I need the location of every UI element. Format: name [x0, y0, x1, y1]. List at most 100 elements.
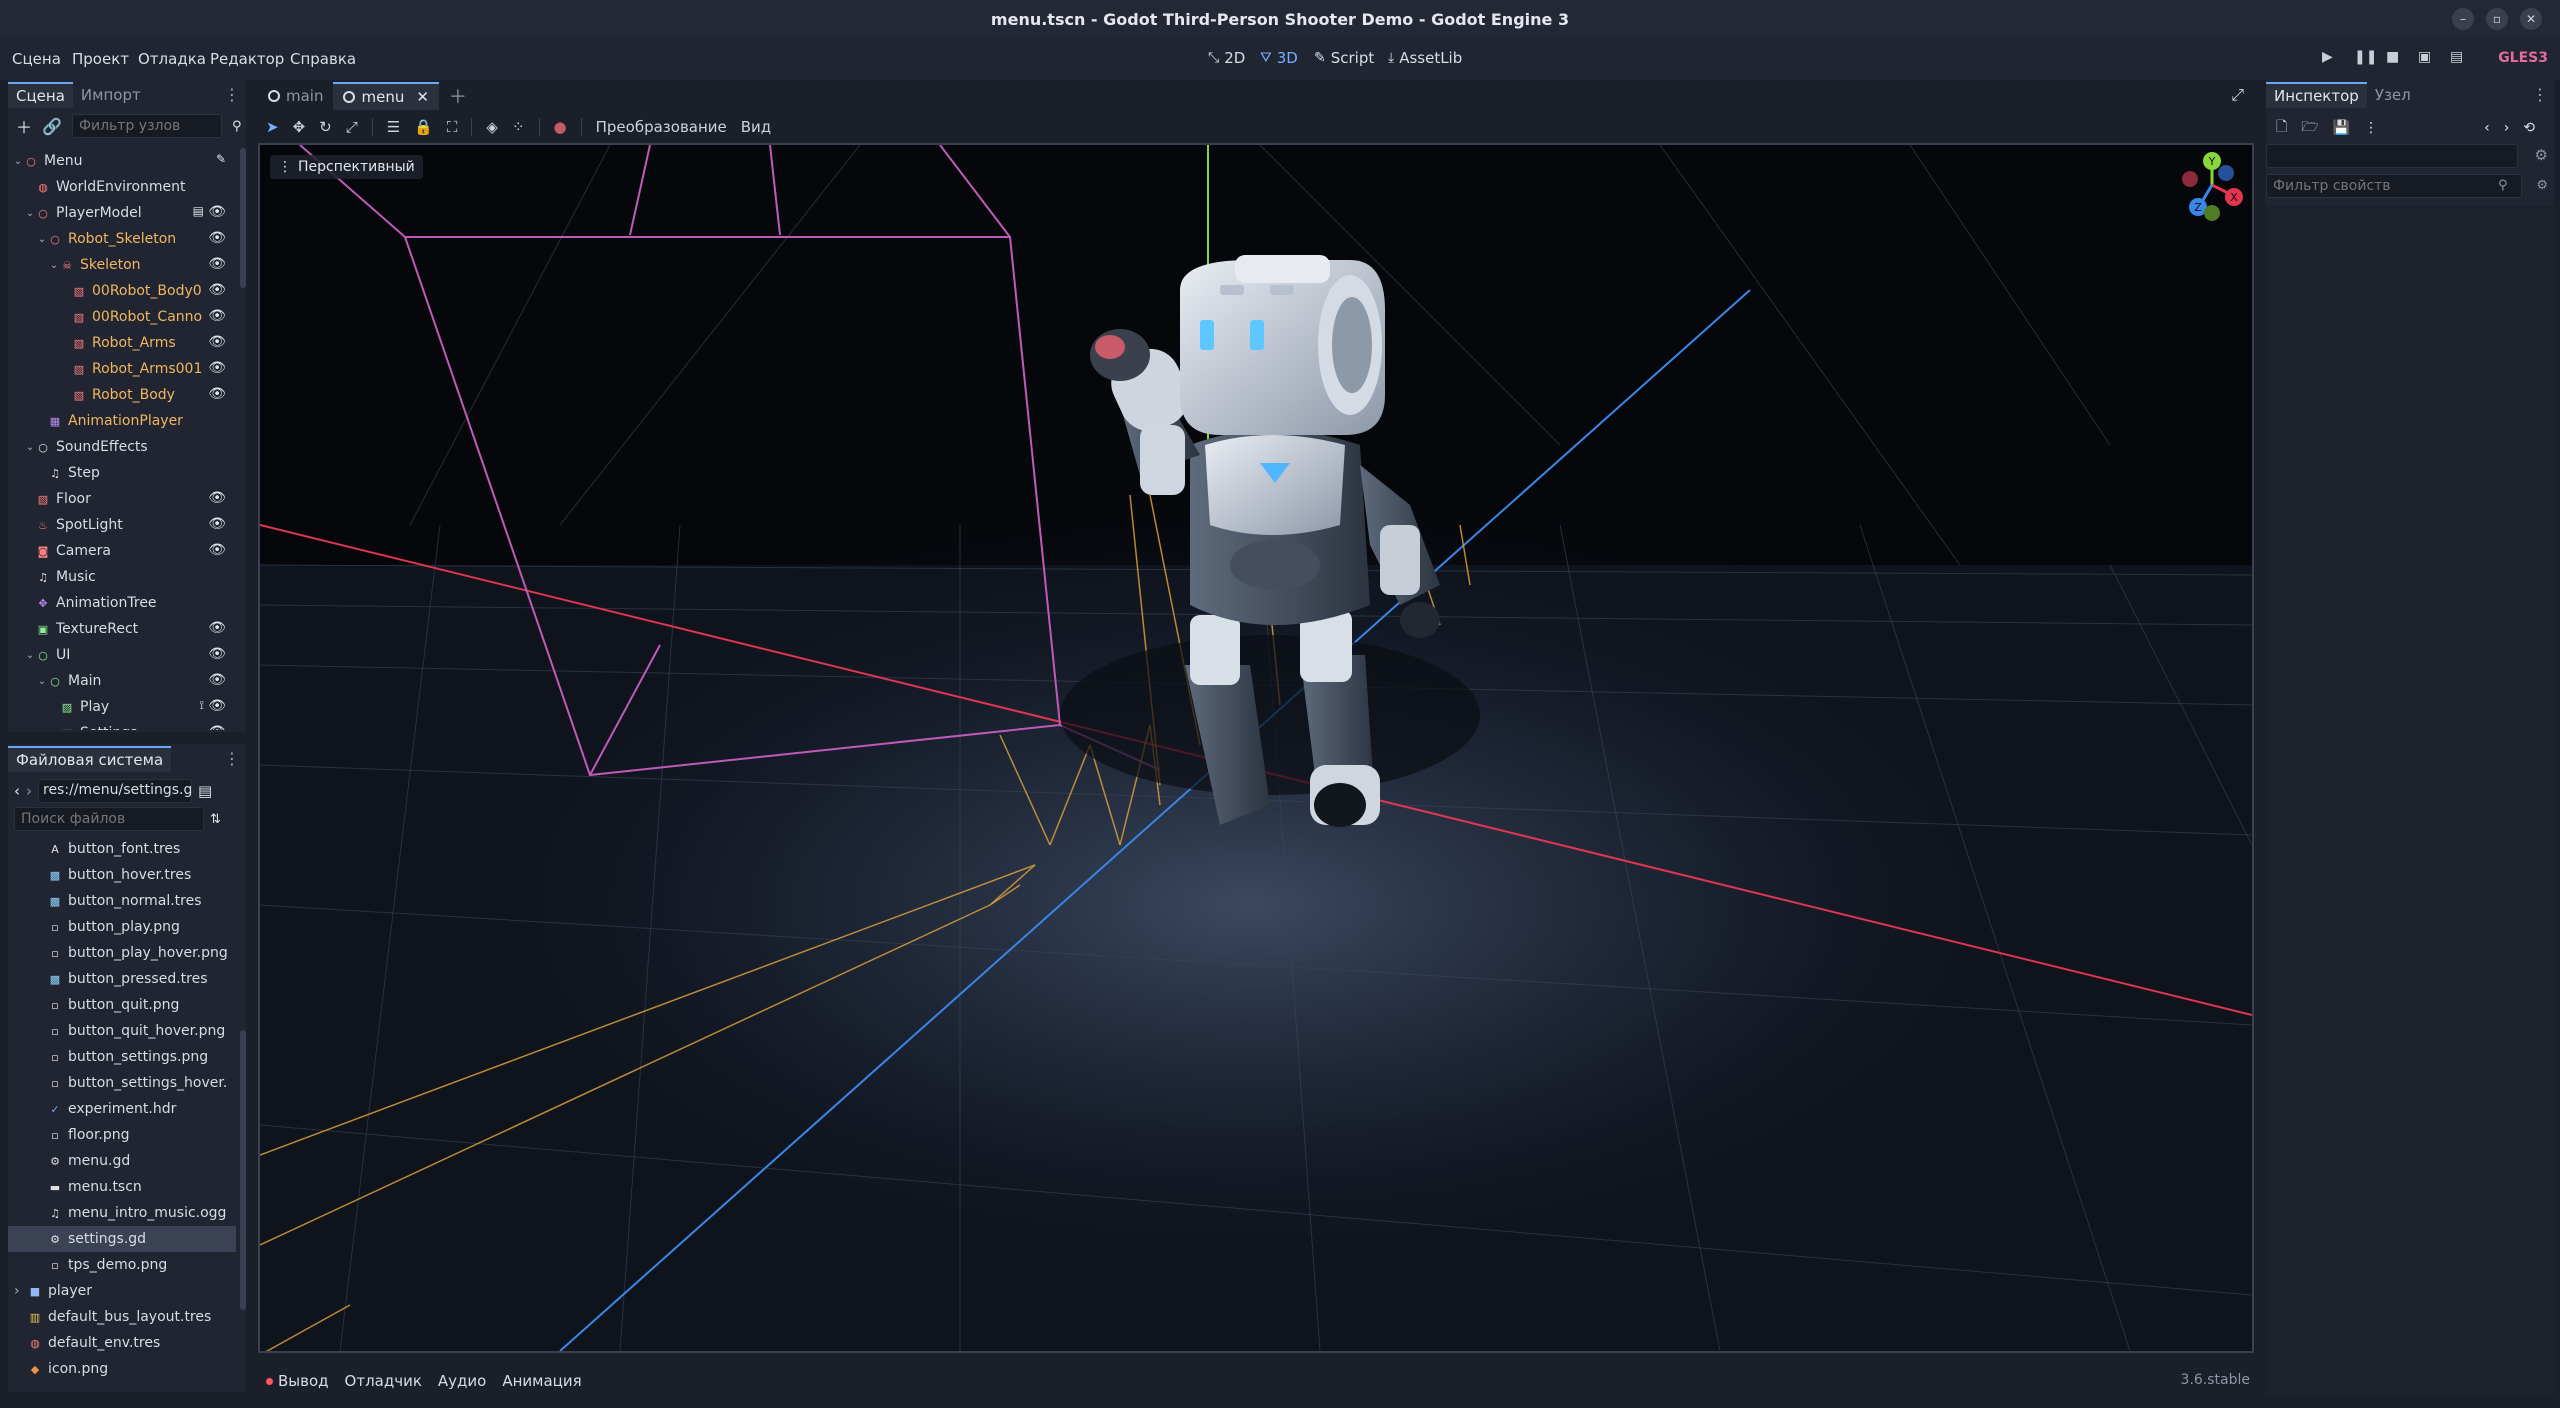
resource-menu-icon[interactable]: ⋮ [2364, 120, 2378, 136]
add-node-icon[interactable]: ＋ [16, 114, 32, 138]
tab-scene[interactable]: Сцена [8, 82, 73, 108]
file-item[interactable]: ▫ button_play_hover.png [8, 940, 236, 966]
expand-arrow-icon[interactable]: ⌄ [36, 676, 48, 687]
scene-node[interactable]: ▧ Floor 👁 [8, 486, 234, 512]
renderer-selector[interactable]: GLES3 [2498, 50, 2548, 66]
visibility-eye-icon[interactable]: 👁 [208, 282, 226, 298]
scene-node[interactable]: ▨ Settings 👁 [8, 720, 234, 730]
menu-scene[interactable]: Сцена [12, 50, 61, 68]
play-custom-scene-icon[interactable]: ▤ [2450, 49, 2463, 65]
new-scene-tab-button[interactable]: ＋ [439, 82, 477, 110]
minimize-button[interactable]: – [2452, 8, 2474, 30]
close-tab-icon[interactable]: ✕ [416, 88, 429, 106]
visibility-eye-icon[interactable]: 👁 [208, 230, 226, 246]
menu-help[interactable]: Справка [290, 50, 356, 68]
scene-node[interactable]: ▨ Play 👁 ⟟ [8, 694, 234, 720]
instance-scene-icon[interactable]: 🔗 [42, 117, 62, 136]
file-item[interactable]: ▫ floor.png [8, 1122, 236, 1148]
transform-menu[interactable]: Преобразование [596, 118, 727, 136]
play-scene-icon[interactable]: ▣ [2418, 49, 2431, 65]
visibility-eye-icon[interactable]: 👁 [208, 360, 226, 376]
visibility-eye-icon[interactable]: 👁 [208, 308, 226, 324]
file-item[interactable]: ✓ experiment.hdr [8, 1096, 236, 1122]
scene-node[interactable]: ▧ Robot_Body 👁 [8, 382, 234, 408]
lock-icon[interactable]: 🔒 [414, 118, 433, 136]
visibility-eye-icon[interactable]: 👁 [208, 698, 226, 714]
scene-node[interactable]: ♨ SpotLight 👁 [8, 512, 234, 538]
expand-arrow-icon[interactable]: ⌄ [48, 260, 60, 271]
filesystem-path-field[interactable]: res://menu/settings.g [38, 779, 192, 803]
scene-node[interactable]: ⌄ ☠ Skeleton 👁 [8, 252, 234, 278]
workspace-2d-button[interactable]: ⤡ 2D [1208, 49, 1245, 67]
tab-import[interactable]: Импорт [73, 82, 149, 108]
back-icon[interactable]: ‹ [14, 782, 20, 800]
workspace-assetlib-button[interactable]: ⤓ AssetLib [1388, 49, 1462, 67]
visibility-eye-icon[interactable]: 👁 [208, 646, 226, 662]
close-window-button[interactable]: ✕ [2520, 8, 2542, 30]
play-icon[interactable]: ▶ [2322, 49, 2333, 65]
signal-icon[interactable]: ⟟ [200, 698, 204, 713]
select-mode-icon[interactable]: ➤ [266, 118, 279, 136]
film-icon[interactable]: ▤ [193, 204, 204, 218]
file-item[interactable]: ⚙ menu.gd [8, 1148, 236, 1174]
scene-node[interactable]: ◍ WorldEnvironment [8, 174, 234, 200]
scale-mode-icon[interactable]: ⤢ [346, 118, 358, 136]
tab-node[interactable]: Узел [2367, 82, 2419, 108]
history-icon[interactable]: ⟲ [2523, 120, 2535, 136]
move-mode-icon[interactable]: ✥ [293, 118, 306, 136]
visibility-eye-icon[interactable]: 👁 [208, 334, 226, 350]
new-resource-icon[interactable]: 🗋 [2276, 116, 2287, 140]
camera-preview-icon[interactable]: ● [554, 118, 567, 136]
scene-node[interactable]: ▧ 00Robot_Body0 👁 [8, 278, 234, 304]
property-search-icon[interactable]: ⚲ [2498, 178, 2508, 193]
file-item[interactable]: ◆ icon.png [8, 1356, 236, 1382]
node-filter-input[interactable] [71, 114, 222, 138]
object-path-field[interactable] [2266, 144, 2518, 168]
tab-main-scene[interactable]: main [258, 82, 333, 110]
open-resource-icon[interactable]: 🗁 [2301, 116, 2318, 140]
visibility-eye-icon[interactable]: 👁 [208, 542, 226, 558]
scene-node[interactable]: ▧ 00Robot_Canno 👁 [8, 304, 234, 330]
expand-arrow-icon[interactable]: ⌄ [24, 208, 36, 219]
list-select-icon[interactable]: ☰ [387, 118, 400, 136]
file-item[interactable]: ▫ button_quit_hover.png [8, 1018, 236, 1044]
menu-debug[interactable]: Отладка [138, 50, 206, 68]
group-icon[interactable]: ⛶ [447, 118, 458, 136]
scene-node[interactable]: ♫ Step [8, 460, 234, 486]
3d-viewport[interactable]: Y X Z ⋮ Перспективный [258, 143, 2254, 1353]
search-icon[interactable]: ⚲ [232, 119, 242, 134]
tab-menu-scene[interactable]: menu ✕ [333, 82, 439, 110]
visibility-eye-icon[interactable]: 👁 [208, 620, 226, 636]
dock-menu-icon[interactable]: ⋮ [224, 749, 240, 768]
file-item[interactable]: ▩ button_normal.tres [8, 888, 236, 914]
scene-node[interactable]: ▦ AnimationPlayer [8, 408, 234, 434]
expand-arrow-icon[interactable]: ⌄ [12, 156, 24, 167]
scene-tree-scrollbar[interactable] [240, 148, 246, 288]
maximize-button[interactable]: ▫ [2486, 8, 2508, 30]
file-item[interactable]: ♫ menu_intro_music.ogg [8, 1200, 236, 1226]
expand-arrow-icon[interactable]: › [14, 1283, 28, 1299]
file-item[interactable]: ▫ tps_demo.png [8, 1252, 236, 1278]
split-view-icon[interactable]: ▤ [198, 782, 212, 800]
sort-icon[interactable]: ⇅ [210, 812, 221, 827]
visibility-eye-icon[interactable]: 👁 [208, 386, 226, 402]
history-forward-icon[interactable]: › [2504, 120, 2510, 136]
scene-node[interactable]: ▣ TextureRect 👁 [8, 616, 234, 642]
property-options-icon[interactable]: ⚙ [2536, 178, 2548, 193]
file-item[interactable]: ▩ button_hover.tres [8, 862, 236, 888]
menu-editor[interactable]: Редактор [210, 50, 284, 68]
menu-project[interactable]: Проект [72, 50, 129, 68]
tab-filesystem[interactable]: Файловая система [8, 746, 172, 772]
tab-audio[interactable]: Аудио [438, 1372, 486, 1390]
folder-item[interactable]: › ■ player [8, 1278, 236, 1304]
file-item[interactable]: ▫ button_quit.png [8, 992, 236, 1018]
scene-node[interactable]: ♫ Music [8, 564, 234, 590]
visibility-eye-icon[interactable]: 👁 [208, 724, 226, 730]
property-filter-input[interactable] [2266, 174, 2522, 198]
file-item[interactable]: ◍ default_env.tres [8, 1330, 236, 1356]
visibility-eye-icon[interactable]: 👁 [208, 204, 226, 220]
scene-node[interactable]: ⌄ ○ UI 👁 [8, 642, 234, 668]
file-item[interactable]: ▫ button_settings.png [8, 1044, 236, 1070]
scene-node[interactable]: ⌄ ○ Menu ✎ [8, 148, 234, 174]
history-back-icon[interactable]: ‹ [2484, 120, 2490, 136]
